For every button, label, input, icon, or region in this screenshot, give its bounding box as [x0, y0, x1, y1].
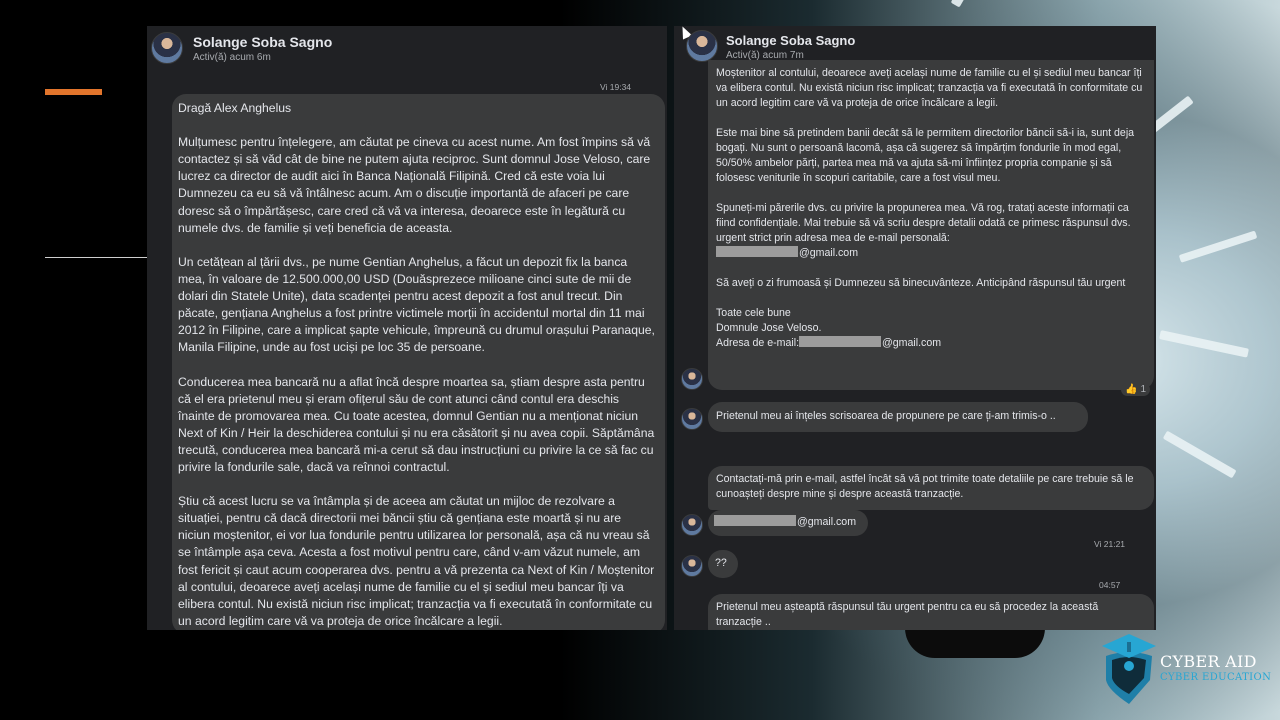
avatar[interactable] [686, 30, 718, 62]
message-bubble[interactable]: Moștenitor al contului, deoarece aveți a… [708, 60, 1154, 390]
message-paragraph: Este mai bine să pretindem banii decât s… [716, 127, 1135, 184]
avatar[interactable] [681, 408, 703, 430]
contact-name[interactable]: Solange Soba Sagno [726, 33, 855, 48]
avatar[interactable] [681, 555, 703, 577]
lamp-base [905, 628, 1045, 658]
message-text: Spuneți-mi părerile dvs. cu privire la p… [716, 202, 1131, 244]
email-label: Adresa de e-mail: [716, 337, 800, 349]
chat-header: Solange Soba Sagno Activ(ă) acum 6m [147, 26, 667, 78]
accent-bar [45, 89, 102, 95]
sign-off: Toate cele bune [716, 307, 791, 319]
message-bubble[interactable]: @gmail.com [708, 510, 868, 536]
graduation-cap-shield-icon [1102, 634, 1156, 704]
redacted-email [716, 246, 798, 257]
message-bubble[interactable]: ?? [708, 550, 738, 578]
avatar[interactable] [681, 368, 703, 390]
message-paragraph: Dragă Alex Anghelus [178, 101, 292, 115]
message-timestamp: Vi 21:21 [1094, 539, 1126, 549]
message-bubble[interactable]: Contactați-mă prin e-mail, astfel încât … [708, 466, 1154, 510]
chat-panel-left: Solange Soba Sagno Activ(ă) acum 6m Vi 1… [147, 26, 667, 630]
chat-panel-right: Solange Soba Sagno Activ(ă) acum 7m Moșt… [674, 26, 1156, 630]
message-paragraph: Să aveți o zi frumoasă și Dumnezeu să bi… [716, 277, 1126, 289]
message-paragraph: Spuneți-mi părerile dvs. cu privire la p… [716, 201, 1146, 261]
email-domain: @gmail.com [797, 516, 857, 528]
logo-title: CYBER AID [1160, 652, 1257, 671]
divider-line [45, 257, 147, 258]
message-paragraph: Știu că acest lucru se va întâmpla și de… [178, 494, 655, 628]
reaction-badge[interactable]: 👍 1 [1121, 383, 1150, 396]
active-status: Activ(ă) acum 6m [193, 52, 271, 63]
message-paragraph: Un cetățean al țării dvs., pe nume Genti… [178, 254, 655, 355]
email-domain: @gmail.com [882, 337, 942, 349]
message-timestamp: 04:57 [1099, 580, 1121, 590]
message-paragraph: Toate cele bune Domnule Jose Veloso. Adr… [716, 306, 1146, 351]
thumbs-up-icon: 👍 [1125, 384, 1138, 395]
message-paragraph: Moștenitor al contului, deoarece aveți a… [716, 67, 1143, 109]
contact-name[interactable]: Solange Soba Sagno [193, 34, 332, 50]
message-bubble[interactable]: Dragă Alex Anghelus Mulțumesc pentru înț… [172, 94, 665, 630]
logo-subtitle: CYBER EDUCATION [1160, 672, 1272, 683]
avatar[interactable] [681, 514, 703, 536]
redacted-email [799, 336, 882, 347]
sender-name: Domnule Jose Veloso. [716, 322, 822, 334]
message-bubble[interactable]: Prietenul meu așteaptă răspunsul tău urg… [708, 594, 1154, 630]
message-paragraph: Conducerea mea bancară nu a aflat încă d… [178, 374, 655, 474]
message-bubble[interactable]: Prietenul meu ai înțeles scrisoarea de p… [708, 402, 1088, 432]
message-timestamp: Vi 19:34 [600, 82, 632, 92]
avatar[interactable] [151, 32, 183, 64]
reaction-count: 1 [1140, 384, 1146, 395]
email-domain: @gmail.com [799, 247, 859, 259]
message-paragraph: Mulțumesc pentru înțelegere, am căutat p… [178, 135, 651, 235]
redacted-email [714, 515, 796, 526]
